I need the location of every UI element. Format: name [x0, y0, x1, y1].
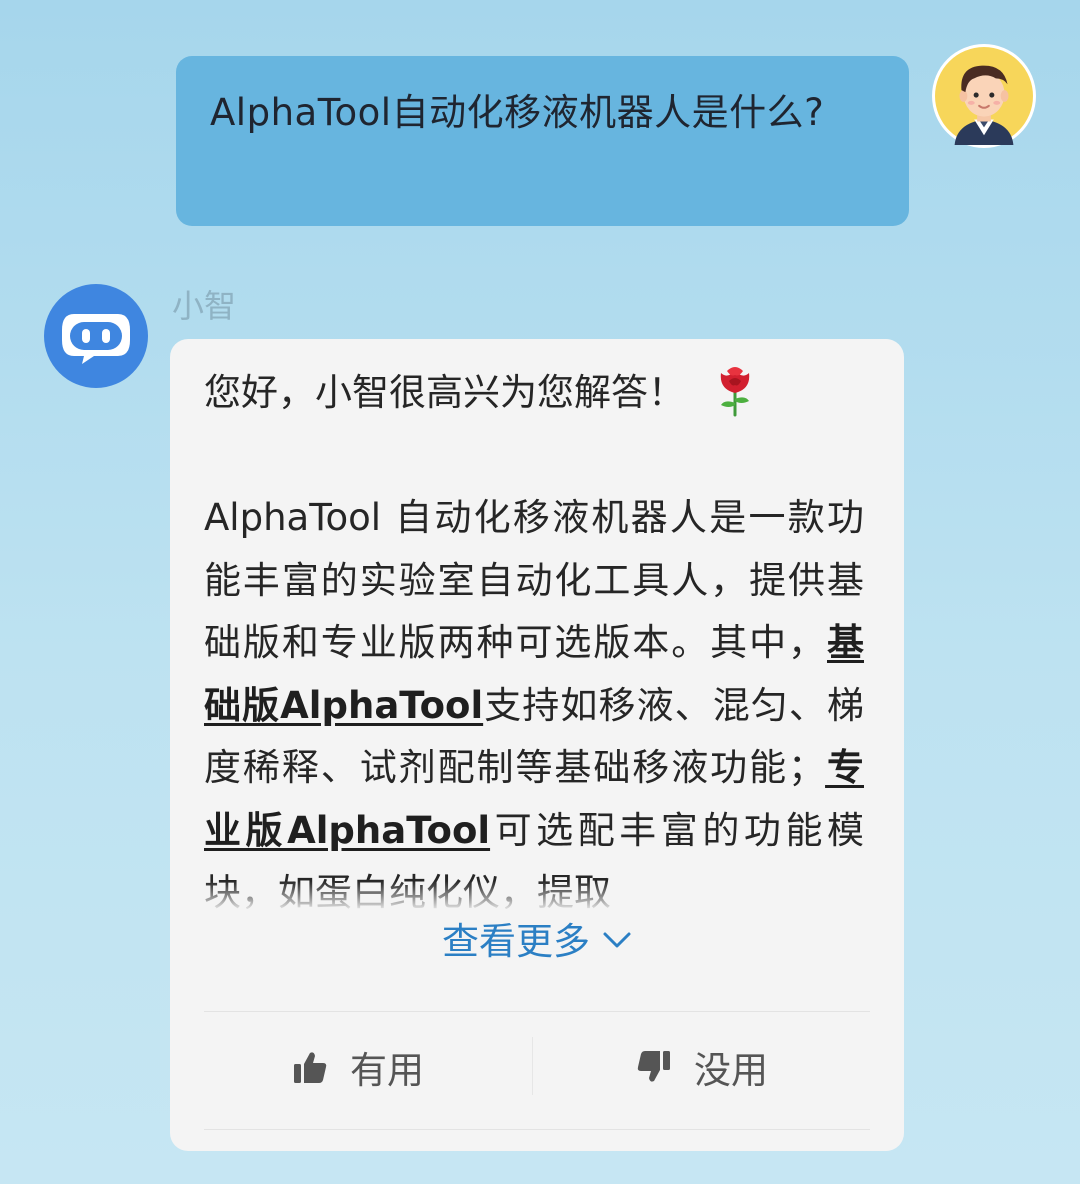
feedback-separator: [532, 1037, 533, 1095]
answer-text-container: AlphaTool 自动化移液机器人是一款功能丰富的实验室自动化工具人，提供基础…: [204, 487, 864, 909]
thumbs-up-icon: [294, 1052, 327, 1083]
useful-label: 有用: [350, 1049, 424, 1092]
answer-fade-overlay: [204, 881, 864, 909]
bot-avatar[interactable]: [44, 284, 148, 388]
user-avatar-icon: [935, 47, 1033, 145]
useful-button[interactable]: 有用: [292, 1039, 424, 1095]
useless-label: 没用: [694, 1049, 768, 1092]
bot-name: 小智: [172, 287, 237, 325]
feedback-divider-top: [204, 1011, 870, 1012]
thumbs-down-icon: [637, 1051, 670, 1082]
feedback-divider-bottom: [204, 1129, 870, 1130]
user-message-text: AlphaTool自动化移液机器人是什么?: [210, 91, 825, 134]
greeting-text: 您好，小智很高兴为您解答！: [204, 371, 685, 414]
see-more-label: 查看更多: [442, 920, 590, 963]
useless-button[interactable]: 没用: [636, 1039, 768, 1095]
user-avatar[interactable]: [932, 44, 1036, 148]
user-message-bubble: AlphaTool自动化移液机器人是什么?: [176, 56, 909, 226]
chevron-down-icon: [603, 932, 631, 948]
robot-icon: [44, 284, 148, 388]
bot-greeting: 您好，小智很高兴为您解答！: [204, 361, 759, 424]
answer-text-part1: AlphaTool 自动化移液机器人是一款功能丰富的实验室自动化工具人，提供基础…: [204, 496, 864, 664]
see-more-button[interactable]: 查看更多: [170, 914, 904, 970]
bot-answer-card: 您好，小智很高兴为您解答！ AlphaTool 自动化移液机器人是一款功能丰富的…: [170, 339, 904, 1151]
rose-icon: [720, 367, 749, 417]
answer-paragraph: AlphaTool 自动化移液机器人是一款功能丰富的实验室自动化工具人，提供基础…: [204, 487, 864, 909]
